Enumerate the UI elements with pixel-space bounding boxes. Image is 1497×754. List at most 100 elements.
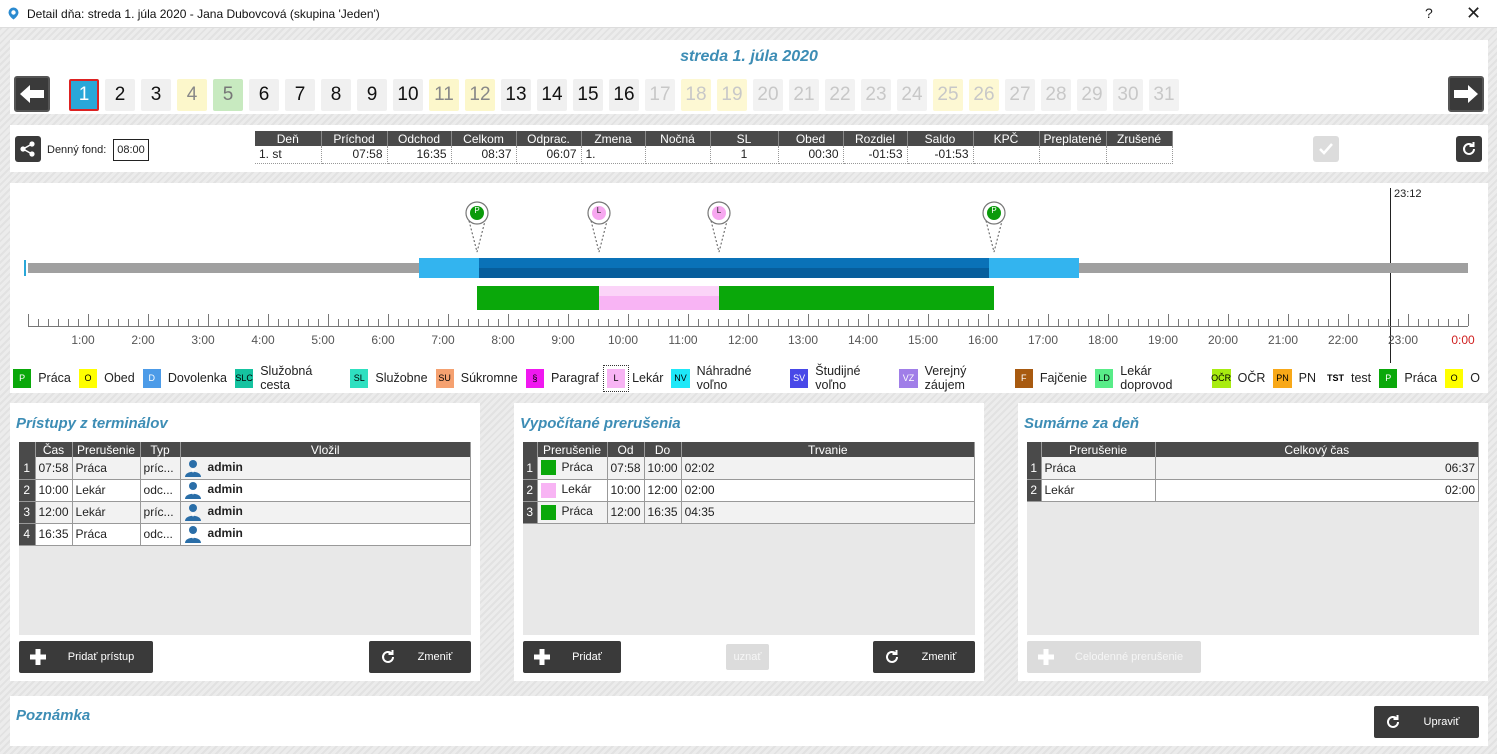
axis-tick xyxy=(658,319,659,326)
col-type[interactable]: Typ xyxy=(140,442,181,457)
legend-label[interactable]: Práca xyxy=(1404,371,1437,385)
day-31[interactable]: 31 xyxy=(1149,79,1179,111)
day-19[interactable]: 19 xyxy=(717,79,747,111)
day-25[interactable]: 25 xyxy=(933,79,963,111)
day-27[interactable]: 27 xyxy=(1005,79,1035,111)
day-1[interactable]: 1 xyxy=(69,79,99,111)
fund-value[interactable]: 08:00 xyxy=(113,139,149,161)
day-14[interactable]: 14 xyxy=(537,79,567,111)
day-13[interactable]: 13 xyxy=(501,79,531,111)
day-29[interactable]: 29 xyxy=(1077,79,1107,111)
access-pin[interactable]: P xyxy=(465,201,489,253)
day-15[interactable]: 15 xyxy=(573,79,603,111)
add-access-button[interactable]: Pridať prístup xyxy=(19,641,153,673)
legend-label[interactable]: Paragraf xyxy=(551,371,599,385)
confirm-button[interactable] xyxy=(1313,136,1339,162)
legend-label[interactable]: Služobne xyxy=(375,371,427,385)
row-number: 1 xyxy=(1027,457,1042,480)
axis-tick xyxy=(108,319,109,326)
segment-work-2[interactable] xyxy=(719,286,994,310)
allday-break-button[interactable]: Celodenné prerušenie xyxy=(1027,641,1201,673)
legend-label[interactable]: Lekár xyxy=(632,371,663,385)
day-9[interactable]: 9 xyxy=(357,79,387,111)
legend-label[interactable]: Lekár doprovod xyxy=(1120,364,1203,392)
access-panel: Prístupy z terminálov Čas Prerušenie Typ… xyxy=(10,403,480,681)
access-pin[interactable]: L xyxy=(587,201,611,253)
access-row[interactable]: 1 07:58 Práca príc... admin xyxy=(19,457,472,480)
day-7[interactable]: 7 xyxy=(285,79,315,111)
col-break[interactable]: Prerušenie xyxy=(537,442,608,457)
col-break[interactable]: Prerušenie xyxy=(1041,442,1156,457)
col-inserted-by[interactable]: Vložil xyxy=(180,442,472,457)
group-button[interactable] xyxy=(15,136,41,162)
axis-tick xyxy=(1288,314,1289,326)
legend-swatch: F xyxy=(1014,368,1033,388)
day-6[interactable]: 6 xyxy=(249,79,279,111)
axis-tick xyxy=(478,319,479,326)
change-break-button[interactable]: Zmeniť xyxy=(873,641,975,673)
daysum-row[interactable]: 2 Lekár 02:00 xyxy=(1027,479,1479,502)
legend-label[interactable]: Služobná cesta xyxy=(260,364,342,392)
access-row[interactable]: 4 16:35 Práca odc... admin xyxy=(19,523,472,546)
close-button[interactable]: ✕ xyxy=(1466,3,1481,24)
day-26[interactable]: 26 xyxy=(969,79,999,111)
access-pin[interactable]: L xyxy=(707,201,731,253)
legend-label[interactable]: Fajčenie xyxy=(1040,371,1087,385)
day-30[interactable]: 30 xyxy=(1113,79,1143,111)
legend-label[interactable]: Dovolenka xyxy=(168,371,227,385)
legend-label[interactable]: PN xyxy=(1299,371,1316,385)
col-from[interactable]: Od xyxy=(607,442,645,457)
computed-row[interactable]: 1 Práca 07:58 10:00 02:02 xyxy=(523,457,976,480)
help-button[interactable]: ? xyxy=(1425,5,1433,21)
axis-tick xyxy=(1228,314,1229,326)
legend-label[interactable]: Obed xyxy=(104,371,135,385)
day-2[interactable]: 2 xyxy=(105,79,135,111)
user-icon xyxy=(184,459,201,477)
access-pin[interactable]: P xyxy=(982,201,1006,253)
day-21[interactable]: 21 xyxy=(789,79,819,111)
segment-work-1[interactable] xyxy=(477,286,599,310)
legend-label[interactable]: Súkromne xyxy=(461,371,518,385)
day-17[interactable]: 17 xyxy=(645,79,675,111)
legend-label[interactable]: OČR xyxy=(1238,371,1266,385)
legend-label[interactable]: Náhradné voľno xyxy=(697,364,782,392)
accept-button[interactable]: uznať xyxy=(726,644,769,670)
change-access-button[interactable]: Zmeniť xyxy=(369,641,471,673)
col-total[interactable]: Celkový čas xyxy=(1155,442,1479,457)
day-3[interactable]: 3 xyxy=(141,79,171,111)
day-8[interactable]: 8 xyxy=(321,79,351,111)
day-11[interactable]: 11 xyxy=(429,79,459,111)
allday-break-label: Celodenné prerušenie xyxy=(1074,651,1184,663)
edit-note-button[interactable]: Upraviť xyxy=(1374,706,1479,738)
col-time[interactable]: Čas xyxy=(35,442,73,457)
day-4[interactable]: 4 xyxy=(177,79,207,111)
next-day-button[interactable] xyxy=(1448,76,1484,112)
day-23[interactable]: 23 xyxy=(861,79,891,111)
add-break-button[interactable]: Pridať xyxy=(523,641,621,673)
day-20[interactable]: 20 xyxy=(753,79,783,111)
day-18[interactable]: 18 xyxy=(681,79,711,111)
legend-label[interactable]: Študijné voľno xyxy=(815,364,891,392)
daysum-row[interactable]: 1 Práca 06:37 xyxy=(1027,457,1479,480)
day-5[interactable]: 5 xyxy=(213,79,243,111)
access-row[interactable]: 3 12:00 Lekár príc... admin xyxy=(19,501,472,524)
day-24[interactable]: 24 xyxy=(897,79,927,111)
computed-row[interactable]: 3 Práca 12:00 16:35 04:35 xyxy=(523,501,976,524)
computed-row[interactable]: 2 Lekár 10:00 12:00 02:00 xyxy=(523,479,976,502)
col-to[interactable]: Do xyxy=(644,442,682,457)
prev-day-button[interactable] xyxy=(14,76,50,112)
day-12[interactable]: 12 xyxy=(465,79,495,111)
access-row[interactable]: 2 10:00 Lekár odc... admin xyxy=(19,479,472,502)
legend-label[interactable]: test xyxy=(1351,371,1371,385)
day-28[interactable]: 28 xyxy=(1041,79,1071,111)
day-16[interactable]: 16 xyxy=(609,79,639,111)
col-break[interactable]: Prerušenie xyxy=(72,442,141,457)
day-10[interactable]: 10 xyxy=(393,79,423,111)
legend-label[interactable]: Verejný záujem xyxy=(925,364,1007,392)
legend-label[interactable]: Práca xyxy=(38,371,71,385)
axis-tick xyxy=(868,314,869,326)
refresh-summary-button[interactable] xyxy=(1456,136,1482,162)
day-22[interactable]: 22 xyxy=(825,79,855,111)
col-duration[interactable]: Trvanie xyxy=(681,442,976,457)
legend-label[interactable]: O xyxy=(1470,371,1480,385)
